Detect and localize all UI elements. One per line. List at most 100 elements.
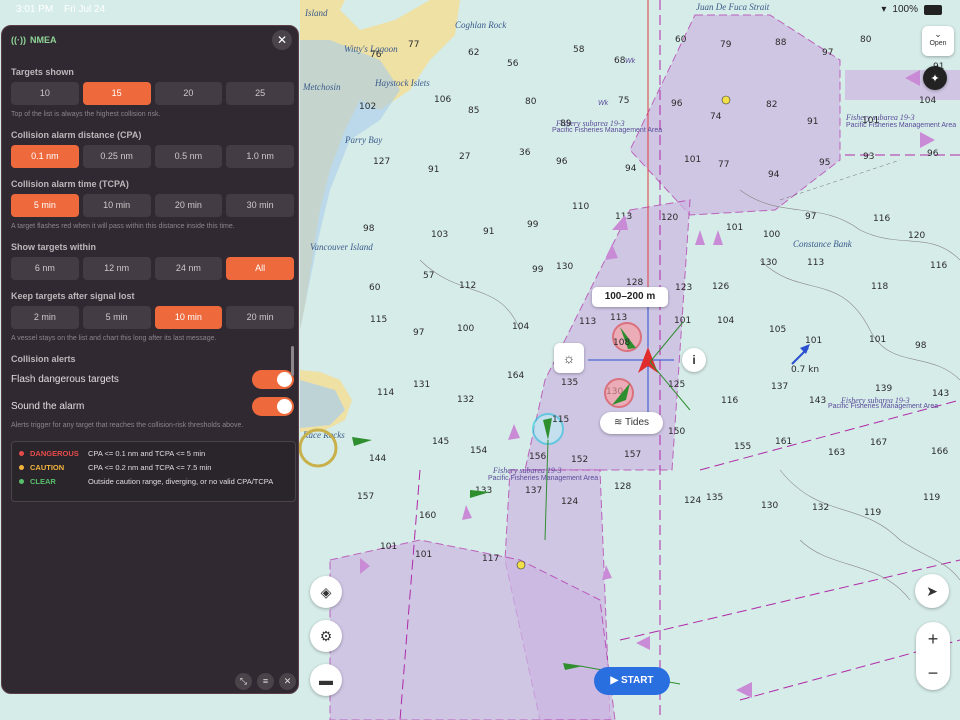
depth-sounding: 110 <box>572 202 589 212</box>
battery-icon <box>924 5 942 15</box>
option-targets_shown-3[interactable]: 25 <box>226 82 294 105</box>
panel-header: ((·)) NMEA <box>11 35 57 45</box>
depth-sounding: 120 <box>661 213 678 223</box>
list-button[interactable]: ≡ <box>257 673 274 690</box>
zoom-out-button[interactable]: − <box>916 656 950 690</box>
depth-sounding: 124 <box>684 496 701 506</box>
depth-sounding: 93 <box>863 152 874 162</box>
files-button[interactable]: ▬ <box>310 664 342 696</box>
flash-label: Flash dangerous targets <box>11 374 119 385</box>
compass-icon: ✦ <box>930 72 940 85</box>
option-tcpa-0[interactable]: 5 min <box>11 194 79 217</box>
wifi-icon: ▾ <box>881 4 887 15</box>
option-targets_shown-0[interactable]: 10 <box>11 82 79 105</box>
option-within-1[interactable]: 12 nm <box>82 257 151 280</box>
tides-button[interactable]: ≋ Tides <box>600 412 663 434</box>
depth-sounding: 77 <box>408 40 419 50</box>
depth-sounding: 163 <box>828 448 845 458</box>
option-tcpa-2[interactable]: 20 min <box>154 194 223 217</box>
option-within-0[interactable]: 6 nm <box>11 257 79 280</box>
chevron-down-icon: ⌄ <box>934 29 942 39</box>
option-within-2[interactable]: 24 nm <box>154 257 223 280</box>
option-cpa-2[interactable]: 0.5 nm <box>154 145 223 168</box>
ais-target-dangerous[interactable]: 108 <box>612 322 642 352</box>
place-label: Coghlan Rock <box>455 20 507 30</box>
panel-scrollbar[interactable] <box>291 346 294 376</box>
navigation-arrow-icon: ➤ <box>926 582 938 599</box>
panel-footer: ⤡ ≡ ✕ <box>235 673 296 690</box>
zoom-in-button[interactable]: + <box>916 622 950 656</box>
legend-dot <box>19 479 24 484</box>
locate-button[interactable]: ➤ <box>915 574 949 608</box>
dismiss-button[interactable]: ✕ <box>279 673 296 690</box>
option-keep-1[interactable]: 5 min <box>82 306 151 329</box>
ais-target-dangerous[interactable] <box>604 378 634 408</box>
depth-sounding: 94 <box>768 170 780 180</box>
depth-sounding: 91 <box>807 117 818 127</box>
wk-label: Wk <box>598 100 609 107</box>
compass-button[interactable]: ✦ <box>923 66 947 90</box>
expand-panel-button[interactable]: ⤡ <box>235 673 252 690</box>
zone-title: Fishery subarea 19-3 <box>492 466 562 475</box>
depth-sounding: 105 <box>769 325 786 335</box>
option-cpa-3[interactable]: 1.0 nm <box>226 145 294 168</box>
open-button[interactable]: ⌄ Open <box>922 26 954 56</box>
depth-sounding: 62 <box>468 48 479 58</box>
depth-sounding: 104 <box>512 322 529 332</box>
settings-button[interactable]: ⚙ <box>310 620 342 652</box>
status-time: 3:01 PM <box>16 4 54 15</box>
depth-sounding: 157 <box>357 492 374 502</box>
depth-sounding: 99 <box>532 265 544 275</box>
place-label: Vancouver Island <box>310 242 373 252</box>
depth-sounding: 139 <box>875 384 892 394</box>
option-keep-3[interactable]: 20 min <box>226 306 294 329</box>
depth-sounding: 57 <box>423 271 434 281</box>
depth-sounding: 58 <box>573 45 585 55</box>
start-button[interactable]: ▶ START <box>594 667 670 695</box>
daylight-mode-button[interactable]: ☼ <box>554 343 584 373</box>
flash-toggle[interactable] <box>252 370 294 389</box>
info-button[interactable]: i <box>682 348 706 372</box>
sun-icon: ☼ <box>562 350 576 366</box>
status-bar-right: ▾ 100% <box>881 0 942 20</box>
option-keep-0[interactable]: 2 min <box>11 306 79 329</box>
depth-sounding: 119 <box>864 508 881 518</box>
close-panel-button[interactable]: ✕ <box>272 30 292 50</box>
depth-sounding: 118 <box>871 282 888 292</box>
battery-percent: 100% <box>892 4 918 15</box>
depth-sounding: 100 <box>457 324 474 334</box>
depth-sounding: 101 <box>805 336 822 346</box>
option-targets_shown-1[interactable]: 15 <box>82 82 151 105</box>
option-keep-2[interactable]: 10 min <box>154 306 223 329</box>
depth-sounding: 125 <box>668 380 685 390</box>
depth-sounding: 166 <box>931 447 948 457</box>
option-tcpa-3[interactable]: 30 min <box>226 194 294 217</box>
depth-sounding: 135 <box>706 493 723 503</box>
legend-name: DANGEROUS <box>30 449 79 458</box>
sound-label: Sound the alarm <box>11 401 85 412</box>
layers-button[interactable]: ◈ <box>310 576 342 608</box>
minus-icon: − <box>927 663 939 683</box>
section-title-tcpa: Collision alarm time (TCPA) <box>11 179 129 189</box>
option-within-3[interactable]: All <box>226 257 294 280</box>
legend-desc: CPA <= 0.1 nm and TCPA <= 5 min <box>88 449 206 458</box>
depth-sounding: 127 <box>373 157 390 167</box>
depth-sounding: 160 <box>419 511 436 521</box>
depth-sounding: 101 <box>684 155 701 165</box>
sound-toggle[interactable] <box>252 397 294 416</box>
depth-sounding: 131 <box>413 380 430 390</box>
option-targets_shown-2[interactable]: 20 <box>154 82 223 105</box>
zone-subtitle: Pacific Fisheries Management Area <box>488 475 598 482</box>
status-date: Fri Jul 24 <box>64 4 106 15</box>
depth-sounding: 102 <box>359 102 376 112</box>
hint-keep: A vessel stays on the list and chart thi… <box>11 335 217 342</box>
folder-icon: ▬ <box>319 672 333 688</box>
depth-sounding: 101 <box>726 223 743 233</box>
option-cpa-1[interactable]: 0.25 nm <box>82 145 151 168</box>
depth-sounding: 120 <box>908 231 925 241</box>
sound-toggle-row: Sound the alarm <box>11 397 294 417</box>
depth-sounding: 60 <box>675 35 687 45</box>
option-tcpa-1[interactable]: 10 min <box>82 194 151 217</box>
option-cpa-0[interactable]: 0.1 nm <box>11 145 79 168</box>
depth-sounding: 144 <box>369 454 386 464</box>
